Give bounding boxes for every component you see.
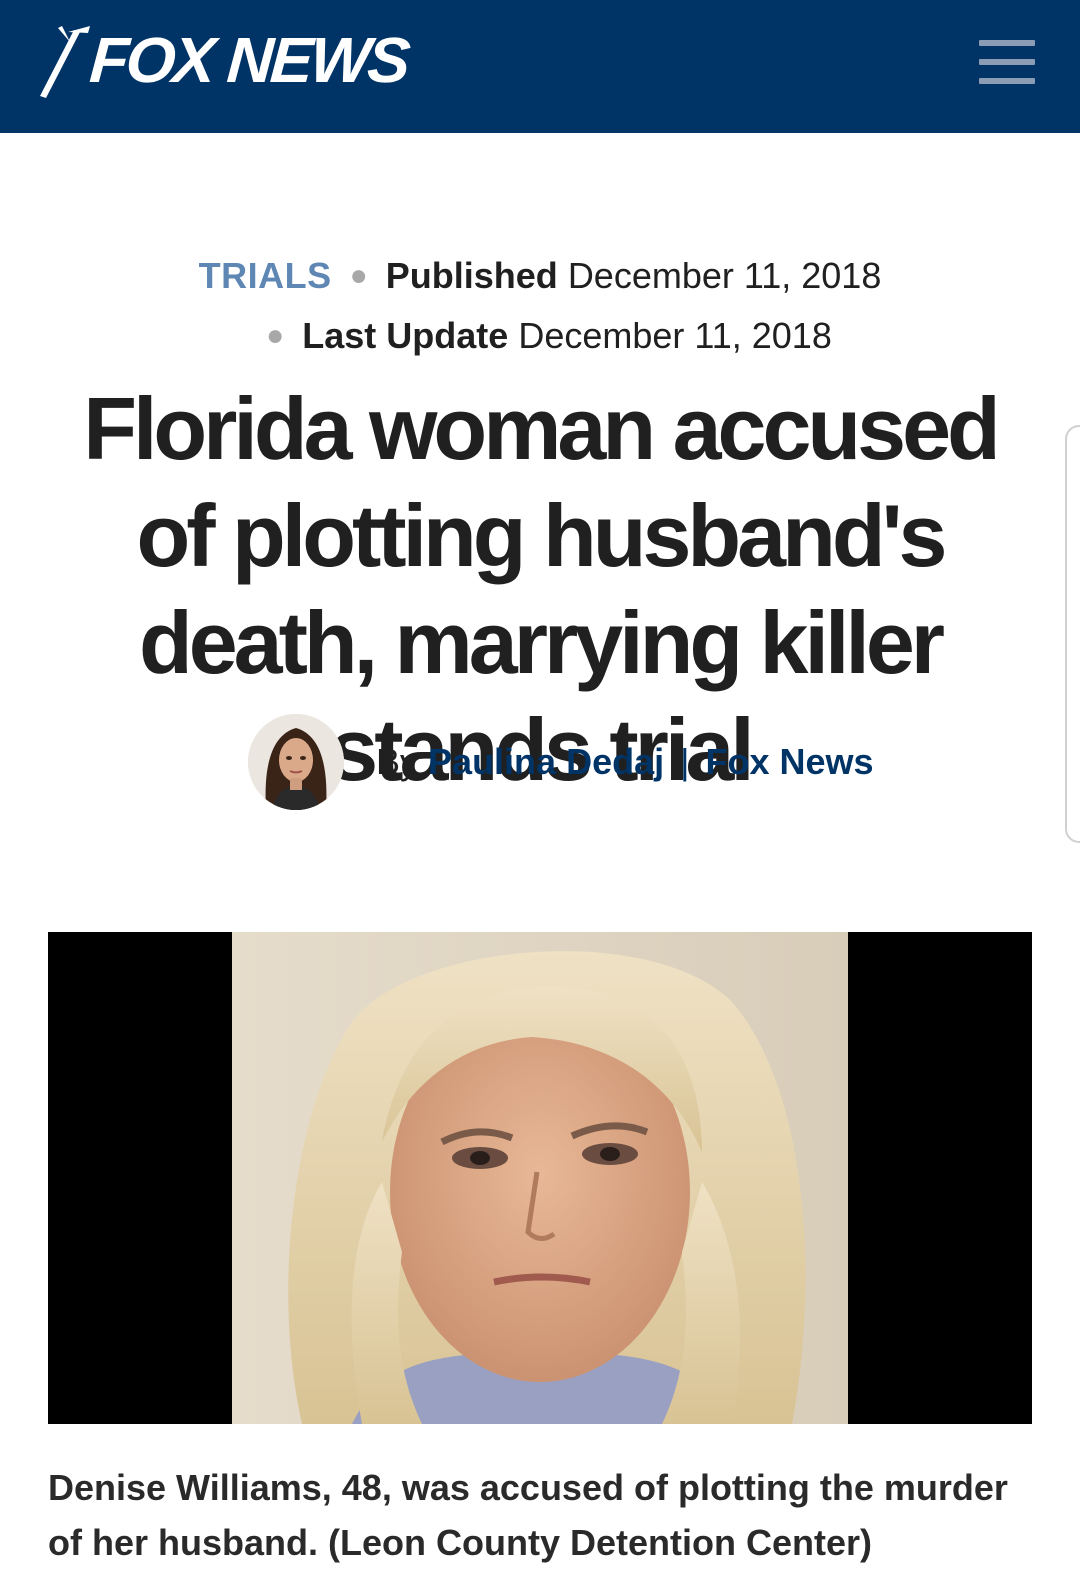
fox-news-logo[interactable]: FOX NEWS bbox=[34, 20, 410, 100]
byline-separator: | bbox=[680, 741, 690, 782]
byline: By Paulina Dedaj | Fox News bbox=[248, 712, 874, 812]
site-header: FOX NEWS bbox=[0, 0, 1080, 133]
byline-text: By Paulina Dedaj | Fox News bbox=[376, 741, 874, 783]
mugshot-photo bbox=[232, 932, 848, 1424]
logo-text: FOX NEWS bbox=[87, 24, 410, 96]
outlet-link[interactable]: Fox News bbox=[706, 741, 874, 782]
hamburger-menu-icon[interactable] bbox=[979, 40, 1035, 86]
published-date: December 11, 2018 bbox=[567, 255, 882, 296]
article-meta-updated: ● Last Update December 11, 2018 bbox=[0, 314, 1080, 358]
image-caption: Denise Williams, 48, was accused of plot… bbox=[48, 1467, 1008, 1563]
separator-dot: ● bbox=[349, 259, 368, 292]
category-link[interactable]: TRIALS bbox=[199, 255, 332, 296]
scroll-edge-indicator bbox=[1065, 425, 1080, 843]
published-label: Published bbox=[385, 255, 558, 296]
updated-date: December 11, 2018 bbox=[518, 315, 832, 356]
author-avatar[interactable] bbox=[248, 714, 344, 810]
separator-dot: ● bbox=[266, 319, 285, 352]
updated-label: Last Update bbox=[302, 315, 509, 356]
author-link[interactable]: Paulina Dedaj bbox=[428, 741, 664, 782]
byline-prefix: By bbox=[376, 741, 419, 782]
article-lead-image[interactable] bbox=[48, 932, 1032, 1424]
article-meta: TRIALS ● Published December 11, 2018 bbox=[0, 254, 1080, 298]
